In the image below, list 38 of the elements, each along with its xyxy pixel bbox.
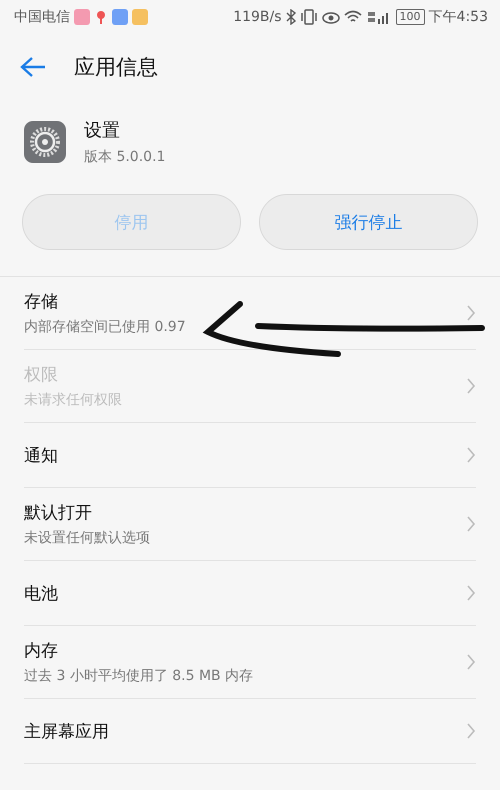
- page-title: 应用信息: [74, 54, 158, 81]
- row-subtitle: 未设置任何默认选项: [24, 529, 151, 547]
- row-title: 内存: [24, 640, 59, 662]
- chevron-icon: [466, 584, 476, 602]
- row-subtitle: 内部存储空间已使用 0.97: [24, 318, 187, 336]
- settings-row[interactable]: 存储 内部存储空间已使用 0.97: [24, 277, 476, 350]
- row-title: 权限: [24, 364, 59, 386]
- battery-level: 100: [396, 9, 425, 25]
- location-pin-icon: [94, 9, 108, 25]
- chevron-icon: [466, 722, 476, 740]
- chevron-icon: [466, 653, 476, 671]
- chevron-icon: [466, 377, 476, 395]
- bluetooth-icon: [286, 9, 296, 25]
- back-icon[interactable]: [20, 56, 46, 78]
- row-subtitle: 未请求任何权限: [24, 391, 123, 409]
- chevron-icon: [466, 515, 476, 533]
- row-title: 通知: [24, 444, 59, 466]
- gear-icon: [24, 121, 66, 163]
- settings-row[interactable]: 内存 过去 3 小时平均使用了 8.5 MB 内存: [24, 626, 476, 699]
- carrier-label: 中国电信: [14, 8, 70, 26]
- vibrate-icon: [300, 9, 318, 25]
- settings-row[interactable]: 主屏幕应用: [24, 699, 476, 764]
- row-title: 主屏幕应用: [24, 720, 110, 742]
- app-version: 版本 5.0.0.1: [84, 148, 166, 166]
- settings-row[interactable]: 电池: [24, 561, 476, 626]
- row-title: 电池: [24, 582, 59, 604]
- row-title: 存储: [24, 291, 59, 313]
- chevron-icon: [466, 446, 476, 464]
- settings-row[interactable]: 通知: [24, 423, 476, 488]
- force-stop-button[interactable]: 强行停止: [259, 194, 478, 250]
- settings-row[interactable]: 默认打开 未设置任何默认选项: [24, 488, 476, 561]
- chevron-icon: [466, 304, 476, 322]
- wifi-icon: [344, 10, 362, 24]
- clock: 下午4:53: [428, 8, 488, 26]
- row-subtitle: 过去 3 小时平均使用了 8.5 MB 内存: [24, 667, 254, 685]
- app-name: 设置: [84, 119, 121, 142]
- row-title: 默认打开: [24, 502, 93, 524]
- network-speed: 119B/s: [233, 9, 282, 25]
